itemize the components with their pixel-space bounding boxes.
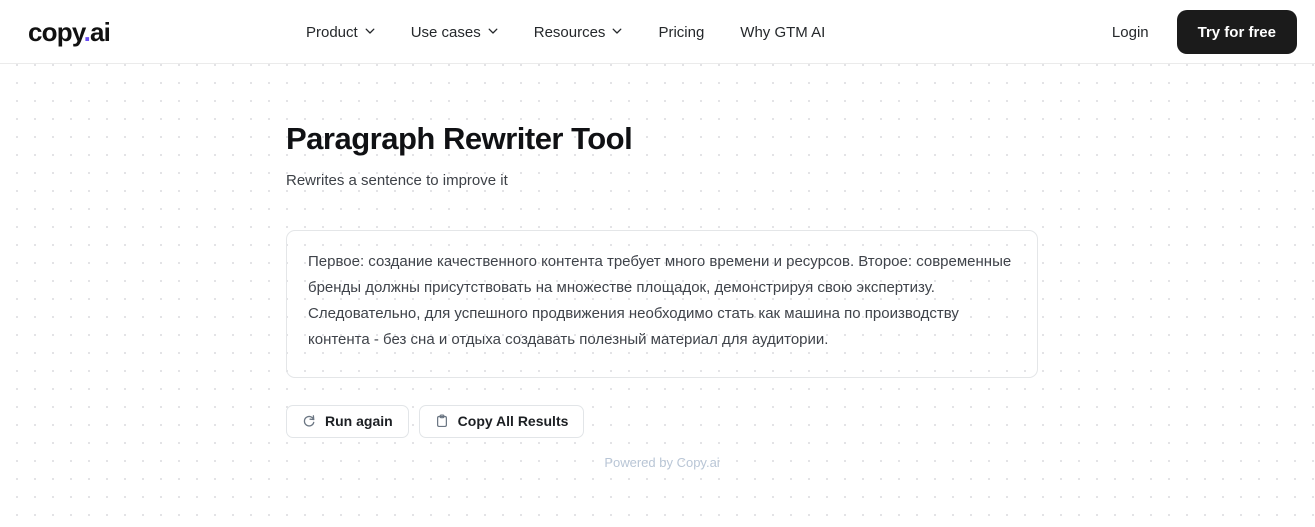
chevron-down-icon [488, 26, 498, 36]
logo-suffix: ai [90, 16, 111, 47]
login-link[interactable]: Login [1112, 24, 1149, 41]
result-output-box[interactable]: Первое: создание качественного контента … [286, 229, 1038, 378]
site-header: copy.ai Product Use cases Resources Pric… [0, 0, 1315, 64]
run-again-label: Run again [325, 413, 393, 430]
nav-item-why-gtm-ai[interactable]: Why GTM AI [740, 0, 825, 64]
page-subtitle: Rewrites a sentence to improve it [286, 171, 508, 189]
nav-item-use-cases[interactable]: Use cases [411, 0, 498, 64]
brand-logo[interactable]: copy.ai [28, 16, 111, 47]
nav-item-label: Product [306, 23, 358, 41]
action-button-row: Run again Copy All Results [286, 404, 1038, 438]
try-for-free-button[interactable]: Try for free [1176, 10, 1297, 54]
nav-item-resources[interactable]: Resources [534, 0, 623, 64]
content-column: Paragraph Rewriter Tool Rewrites a sente… [286, 64, 1038, 470]
run-again-button[interactable]: Run again [286, 404, 409, 438]
page-canvas: Paragraph Rewriter Tool Rewrites a sente… [0, 64, 1315, 527]
main-navigation: Product Use cases Resources Pricing Why … [306, 0, 825, 64]
nav-item-label: Pricing [658, 23, 705, 41]
clipboard-icon [435, 414, 449, 428]
nav-item-label: Use cases [410, 23, 481, 41]
nav-item-label: Why GTM AI [740, 23, 826, 41]
chevron-down-icon [612, 26, 622, 36]
copy-all-results-label: Copy All Results [457, 413, 569, 430]
result-text: Первое: создание качественного контента … [308, 252, 1016, 348]
header-actions: Login Try for free [1112, 0, 1297, 64]
page-title: Paragraph Rewriter Tool [286, 121, 633, 156]
copy-all-results-button[interactable]: Copy All Results [418, 404, 585, 438]
powered-by-link[interactable]: Powered by Copy.ai [286, 455, 1038, 470]
logo-text: copy [28, 16, 84, 47]
refresh-icon [302, 414, 316, 428]
nav-item-product[interactable]: Product [306, 0, 375, 64]
chevron-down-icon [365, 26, 375, 36]
nav-item-label: Resources [533, 23, 606, 41]
nav-item-pricing[interactable]: Pricing [658, 0, 704, 64]
